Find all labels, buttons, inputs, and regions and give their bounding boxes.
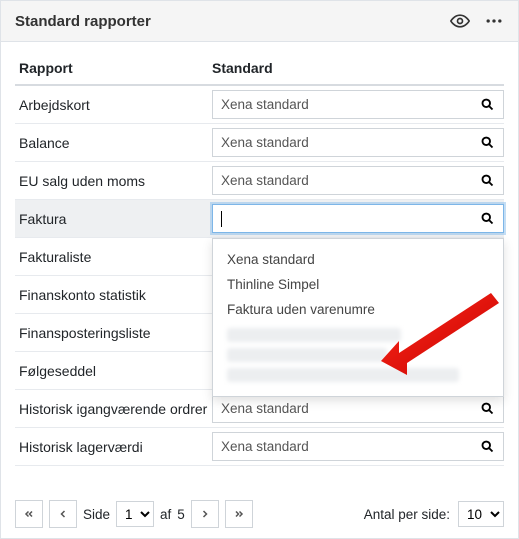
standard-select[interactable]: Xena standard — [212, 432, 504, 461]
of-label: af — [160, 507, 171, 522]
select-value: Xena standard — [221, 135, 309, 150]
column-header-report: Rapport — [15, 60, 212, 76]
report-label: Balance — [15, 135, 212, 151]
standard-select[interactable]: Xena standard — [212, 166, 504, 195]
more-icon[interactable] — [484, 11, 504, 31]
dropdown-option[interactable]: Xena standard — [213, 247, 503, 272]
select-value: Xena standard — [221, 401, 309, 416]
dropdown-option-blurred — [227, 328, 401, 342]
per-page-select[interactable]: 10 — [458, 501, 504, 527]
eye-icon[interactable] — [450, 11, 470, 31]
next-page-button[interactable] — [191, 500, 219, 528]
report-label: EU salg uden moms — [15, 173, 212, 189]
total-pages: 5 — [177, 507, 185, 522]
table-header: Rapport Standard — [15, 48, 504, 86]
search-icon — [480, 135, 495, 150]
per-page-label: Antal per side: — [364, 507, 450, 522]
dropdown-option[interactable]: Faktura uden varenumre — [213, 297, 503, 322]
table-row: Faktura Xena standard Thinline Simpel Fa… — [15, 200, 504, 238]
first-page-button[interactable] — [15, 500, 43, 528]
table-row: Balance Xena standard — [15, 124, 504, 162]
select-value: Xena standard — [221, 97, 309, 112]
report-label: Finansposteringsliste — [15, 325, 212, 341]
column-header-standard: Standard — [212, 60, 504, 76]
report-label: Historisk igangværende ordrer — [15, 401, 212, 417]
table-row: Arbejdskort Xena standard — [15, 86, 504, 124]
search-icon — [480, 97, 495, 112]
report-label: Følgeseddel — [15, 363, 212, 379]
prev-page-button[interactable] — [49, 500, 77, 528]
report-label: Arbejdskort — [15, 97, 212, 113]
report-label: Fakturaliste — [15, 249, 212, 265]
dropdown-option-blurred — [227, 348, 387, 362]
report-label: Finanskonto statistik — [15, 287, 212, 303]
standard-select[interactable]: Xena standard — [212, 90, 504, 119]
search-icon — [480, 173, 495, 188]
standard-select[interactable]: Xena standard — [212, 128, 504, 157]
standard-select[interactable] — [212, 204, 504, 233]
report-label: Faktura — [15, 211, 212, 227]
select-value: Xena standard — [221, 439, 309, 454]
standard-select[interactable]: Xena standard — [212, 394, 504, 423]
search-icon — [480, 211, 495, 226]
page-label: Side — [83, 507, 110, 522]
table-row: EU salg uden moms Xena standard — [15, 162, 504, 200]
select-value: Xena standard — [221, 173, 309, 188]
panel-title: Standard rapporter — [15, 13, 151, 30]
dropdown-option-blurred — [227, 368, 459, 382]
standard-search-input[interactable] — [222, 211, 480, 226]
dropdown-option[interactable]: Thinline Simpel — [213, 272, 503, 297]
standard-dropdown: Xena standard Thinline Simpel Faktura ud… — [212, 238, 504, 397]
search-icon — [480, 401, 495, 416]
panel-header: Standard rapporter — [1, 1, 518, 42]
page-select[interactable]: 1 — [116, 501, 154, 527]
report-label: Historisk lagerværdi — [15, 439, 212, 455]
table-row: Historisk lagerværdi Xena standard — [15, 428, 504, 466]
last-page-button[interactable] — [225, 500, 253, 528]
search-icon — [480, 439, 495, 454]
pagination: Side 1 af 5 — [15, 500, 253, 528]
